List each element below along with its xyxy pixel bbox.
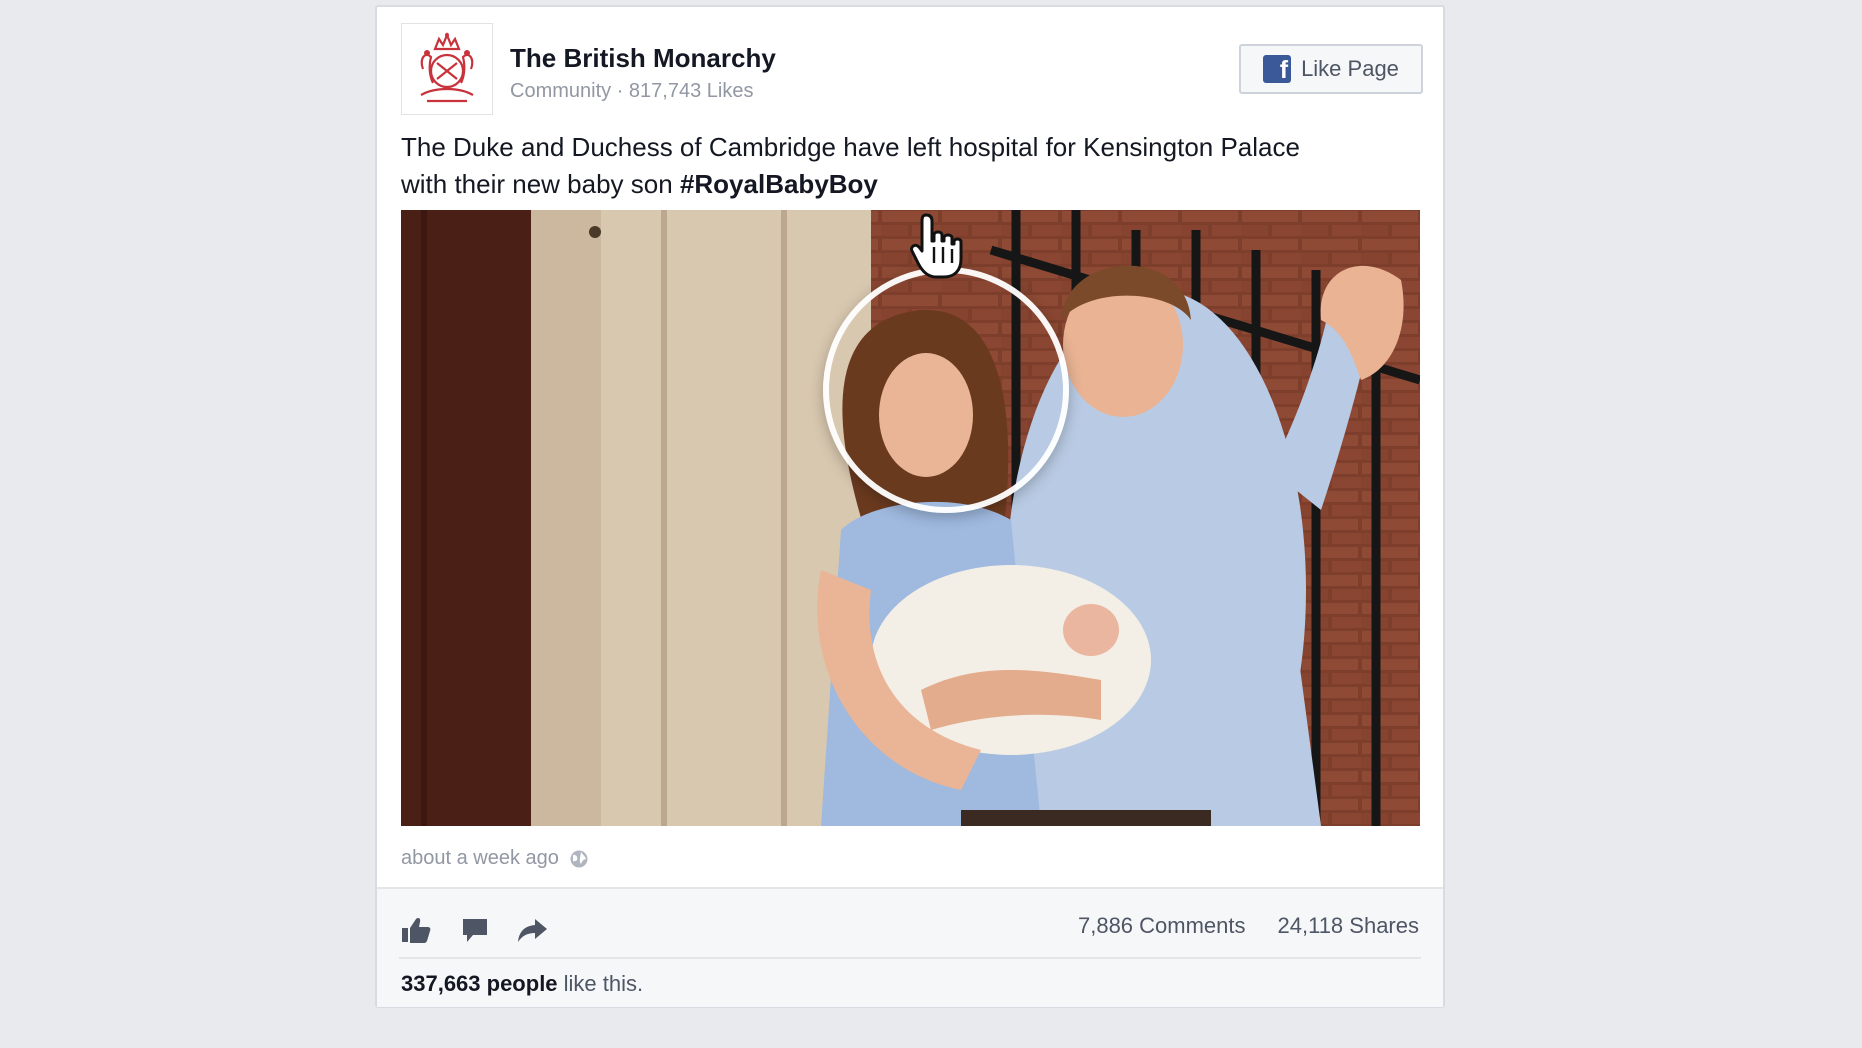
- post-timestamp: about a week ago: [401, 847, 589, 870]
- action-icons: [399, 915, 549, 945]
- likes-suffix: like this.: [557, 971, 644, 996]
- shares-count-link[interactable]: 24,118 Shares: [1278, 913, 1419, 939]
- page-name[interactable]: The British Monarchy: [510, 43, 776, 74]
- action-divider: [399, 957, 1421, 959]
- like-page-label: Like Page: [1301, 56, 1399, 81]
- post-stats: 7,886 Comments 24,118 Shares: [1078, 913, 1419, 939]
- share-arrow-icon[interactable]: [515, 915, 549, 945]
- like-page-button[interactable]: f Like Page: [1239, 44, 1423, 94]
- royal-family-photo: [401, 210, 1420, 826]
- likes-summary: 337,663 people like this.: [401, 971, 643, 997]
- page-meta: Community · 817,743 Likes: [510, 80, 754, 102]
- timestamp-text[interactable]: about a week ago: [401, 847, 559, 870]
- likes-count-link[interactable]: 337,663 people: [401, 971, 558, 996]
- post-action-bar: 7,886 Comments 24,118 Shares 337,663 peo…: [377, 887, 1443, 1007]
- facebook-logo-icon: f: [1263, 55, 1292, 83]
- thumbs-up-icon[interactable]: [399, 915, 433, 945]
- hand-pointer-icon: [910, 213, 963, 279]
- post-photo[interactable]: [401, 210, 1420, 826]
- royal-crest-icon: [420, 32, 474, 103]
- post-text: The Duke and Duchess of Cambridge have l…: [401, 129, 1321, 203]
- facebook-post-card: The British Monarchy Community · 817,743…: [375, 5, 1445, 1008]
- page-avatar[interactable]: [401, 23, 493, 115]
- comment-icon[interactable]: [457, 915, 491, 945]
- comments-count-link[interactable]: 7,886 Comments: [1078, 913, 1246, 939]
- globe-icon[interactable]: [569, 849, 589, 869]
- hashtag-link[interactable]: #RoyalBabyBoy: [680, 169, 878, 199]
